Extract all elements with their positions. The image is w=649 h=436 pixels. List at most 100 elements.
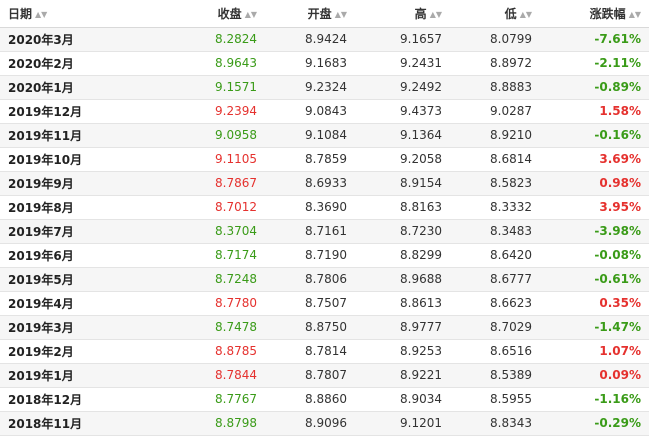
cell-high: 8.9221 xyxy=(355,363,450,388)
column-header-label: 高 xyxy=(414,6,427,21)
cell-close: 8.2824 xyxy=(160,27,265,52)
sort-arrows-icon[interactable]: ▲▼ xyxy=(430,10,442,19)
cell-close: 8.7780 xyxy=(160,291,265,316)
cell-open: 8.7859 xyxy=(265,147,355,172)
table-row: 2020年1月 9.1571 9.2324 9.2492 8.8883 -0.89% xyxy=(0,75,649,100)
cell-change: -3.98% xyxy=(540,219,649,244)
cell-close: 8.7248 xyxy=(160,267,265,292)
sort-arrows-icon[interactable]: ▲▼ xyxy=(629,10,641,19)
cell-change: 0.98% xyxy=(540,171,649,196)
sort-arrows-icon[interactable]: ▲▼ xyxy=(520,10,532,19)
cell-open: 8.7814 xyxy=(265,339,355,364)
cell-high: 8.9777 xyxy=(355,315,450,340)
cell-high: 9.1364 xyxy=(355,123,450,148)
cell-close: 8.7767 xyxy=(160,387,265,412)
column-header-high[interactable]: 高 ▲▼ xyxy=(355,0,450,28)
cell-date: 2019年10月 xyxy=(0,147,160,172)
table-row: 2019年8月 8.7012 8.3690 8.8163 8.3332 3.95% xyxy=(0,195,649,220)
column-header-close[interactable]: 收盘 ▲▼ xyxy=(160,0,265,28)
cell-change: 0.35% xyxy=(540,291,649,316)
cell-open: 8.7507 xyxy=(265,291,355,316)
cell-date: 2019年4月 xyxy=(0,291,160,316)
cell-change: -0.61% xyxy=(540,267,649,292)
table-row: 2019年6月 8.7174 8.7190 8.8299 8.6420 -0.08% xyxy=(0,243,649,268)
cell-open: 8.7161 xyxy=(265,219,355,244)
table-row: 2019年12月 9.2394 9.0843 9.4373 9.0287 1.58% xyxy=(0,99,649,124)
cell-high: 8.8163 xyxy=(355,195,450,220)
cell-date: 2019年6月 xyxy=(0,243,160,268)
column-header-label: 低 xyxy=(504,6,517,21)
cell-change: 3.95% xyxy=(540,195,649,220)
table-row: 2020年2月 8.9643 9.1683 9.2431 8.8972 -2.11% xyxy=(0,51,649,76)
cell-low: 8.8883 xyxy=(450,75,540,100)
column-header-label: 日期 xyxy=(8,6,33,21)
table-row: 2019年1月 8.7844 8.7807 8.9221 8.5389 0.09% xyxy=(0,363,649,388)
table-row: 2019年2月 8.8785 8.7814 8.9253 8.6516 1.07% xyxy=(0,339,649,364)
cell-date: 2019年9月 xyxy=(0,171,160,196)
cell-open: 9.1084 xyxy=(265,123,355,148)
sort-arrows-icon[interactable]: ▲▼ xyxy=(245,10,257,19)
cell-open: 9.2324 xyxy=(265,75,355,100)
cell-date: 2019年2月 xyxy=(0,339,160,364)
column-header-label: 收盘 xyxy=(217,6,242,21)
cell-close: 8.7174 xyxy=(160,243,265,268)
cell-close: 8.7478 xyxy=(160,315,265,340)
column-header-change[interactable]: 涨跌幅 ▲▼ xyxy=(540,0,649,28)
cell-open: 9.1683 xyxy=(265,51,355,76)
cell-low: 8.8972 xyxy=(450,51,540,76)
cell-high: 9.1201 xyxy=(355,411,450,436)
cell-low: 8.5823 xyxy=(450,171,540,196)
table-row: 2018年12月 8.7767 8.8860 8.9034 8.5955 -1.16% xyxy=(0,387,649,412)
table-row: 2019年10月 9.1105 8.7859 9.2058 8.6814 3.69% xyxy=(0,147,649,172)
cell-high: 8.9154 xyxy=(355,171,450,196)
cell-low: 8.3332 xyxy=(450,195,540,220)
column-header-low[interactable]: 低 ▲▼ xyxy=(450,0,540,28)
cell-high: 8.9034 xyxy=(355,387,450,412)
cell-date: 2019年11月 xyxy=(0,123,160,148)
cell-high: 9.2492 xyxy=(355,75,450,100)
table-row: 2019年7月 8.3704 8.7161 8.7230 8.3483 -3.98% xyxy=(0,219,649,244)
table-row: 2019年11月 9.0958 9.1084 9.1364 8.9210 -0.16% xyxy=(0,123,649,148)
cell-open: 8.7806 xyxy=(265,267,355,292)
cell-low: 9.0287 xyxy=(450,99,540,124)
cell-change: -2.11% xyxy=(540,51,649,76)
cell-date: 2020年1月 xyxy=(0,75,160,100)
cell-high: 8.8613 xyxy=(355,291,450,316)
cell-open: 8.8750 xyxy=(265,315,355,340)
table-row: 2019年9月 8.7867 8.6933 8.9154 8.5823 0.98% xyxy=(0,171,649,196)
cell-high: 8.8299 xyxy=(355,243,450,268)
cell-low: 8.3483 xyxy=(450,219,540,244)
cell-date: 2019年12月 xyxy=(0,99,160,124)
cell-high: 9.4373 xyxy=(355,99,450,124)
cell-date: 2019年5月 xyxy=(0,267,160,292)
cell-date: 2019年8月 xyxy=(0,195,160,220)
column-header-date[interactable]: 日期 ▲▼ xyxy=(0,0,160,28)
column-header-open[interactable]: 开盘 ▲▼ xyxy=(265,0,355,28)
cell-open: 9.0843 xyxy=(265,99,355,124)
cell-low: 8.5389 xyxy=(450,363,540,388)
sort-arrows-icon[interactable]: ▲▼ xyxy=(335,10,347,19)
cell-low: 8.7029 xyxy=(450,315,540,340)
cell-close: 9.0958 xyxy=(160,123,265,148)
cell-high: 9.2431 xyxy=(355,51,450,76)
table-header-row: 日期 ▲▼ 收盘 ▲▼ 开盘 ▲▼ 高 ▲▼ 低 ▲▼ 涨跌幅 ▲▼ xyxy=(0,0,649,28)
cell-change: -7.61% xyxy=(540,27,649,52)
cell-low: 8.6777 xyxy=(450,267,540,292)
cell-change: 1.58% xyxy=(540,99,649,124)
sort-arrows-icon[interactable]: ▲▼ xyxy=(35,10,47,19)
cell-low: 8.0799 xyxy=(450,27,540,52)
cell-close: 8.7012 xyxy=(160,195,265,220)
cell-close: 8.3704 xyxy=(160,219,265,244)
cell-date: 2019年7月 xyxy=(0,219,160,244)
cell-change: -0.16% xyxy=(540,123,649,148)
column-header-label: 涨跌幅 xyxy=(589,6,626,21)
cell-change: 1.07% xyxy=(540,339,649,364)
cell-open: 8.9096 xyxy=(265,411,355,436)
cell-close: 8.7844 xyxy=(160,363,265,388)
cell-low: 8.6516 xyxy=(450,339,540,364)
cell-close: 8.7867 xyxy=(160,171,265,196)
cell-open: 8.6933 xyxy=(265,171,355,196)
cell-low: 8.9210 xyxy=(450,123,540,148)
table-body: 2020年3月 8.2824 8.9424 9.1657 8.0799 -7.61% 202… xyxy=(0,27,649,436)
cell-open: 8.3690 xyxy=(265,195,355,220)
